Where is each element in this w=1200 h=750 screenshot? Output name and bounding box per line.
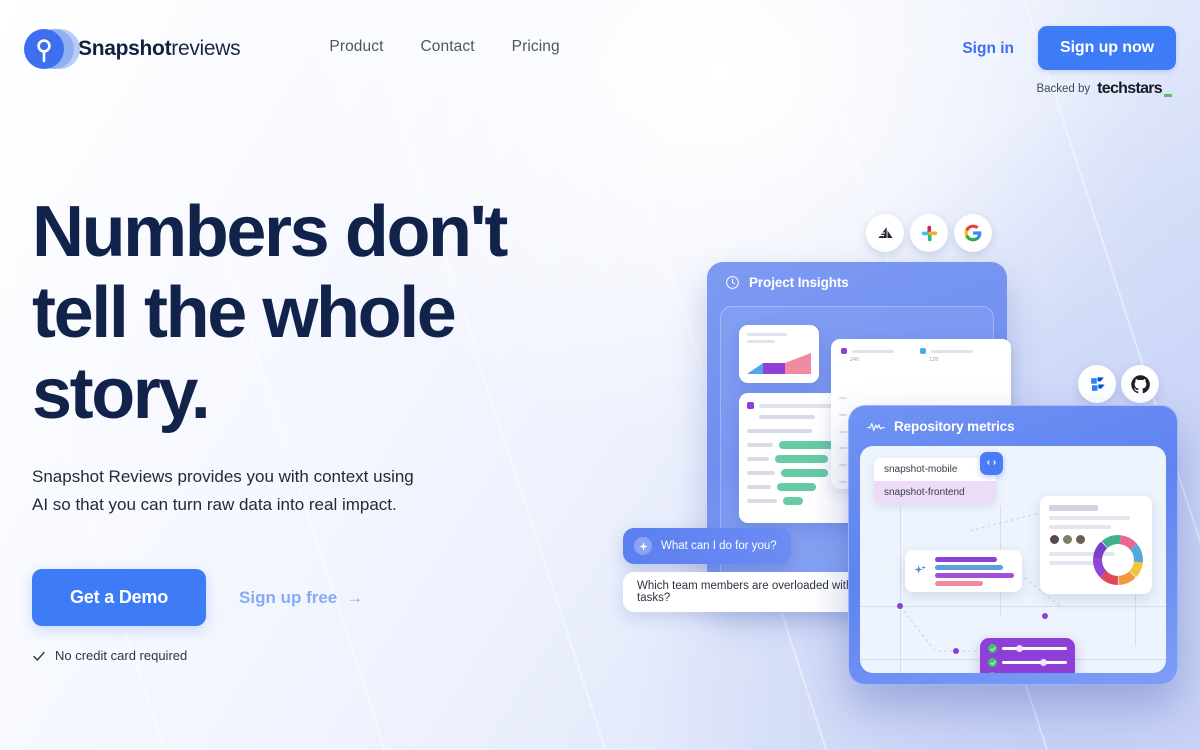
sparkle-icon xyxy=(914,565,926,574)
no-credit-card-note: No credit card required xyxy=(32,648,632,663)
avatar xyxy=(1049,534,1060,545)
brand-name-light: reviews xyxy=(171,37,241,60)
headline-line-3: story. xyxy=(32,354,211,434)
code-brackets-icon: ‹› xyxy=(980,452,1003,475)
donut-chart xyxy=(1093,535,1143,585)
bitbucket-icon xyxy=(1078,365,1116,403)
activity-pulse-icon xyxy=(867,422,885,431)
mini-area-chart-card xyxy=(739,325,819,383)
repository-list: snapshot-mobile snapshot-frontend xyxy=(874,458,996,504)
site-header: Snapshotreviews Product Contact Pricing … xyxy=(0,0,1200,98)
sparkle-bars-card xyxy=(905,550,1022,592)
project-insights-header: Project Insights xyxy=(707,262,1007,290)
team-distribution-card xyxy=(1040,496,1152,594)
google-icon xyxy=(954,214,992,252)
techstars-logo: techstars xyxy=(1097,80,1172,98)
assistant-message: What can I do for you? xyxy=(661,540,777,552)
assistant-chat-bubble: What can I do for you? xyxy=(623,528,791,564)
analytics-icon xyxy=(866,214,904,252)
slider-row[interactable] xyxy=(988,672,1067,673)
sparkle-icon xyxy=(634,537,652,555)
repo-list-item[interactable]: snapshot-frontend xyxy=(874,481,996,504)
hero-cta-row: Get a Demo Sign up free → xyxy=(32,569,632,626)
repository-metrics-body: snapshot-mobile snapshot-frontend ‹› xyxy=(860,446,1166,673)
no-credit-card-label: No credit card required xyxy=(55,648,188,663)
legend-value-240: 240 xyxy=(850,357,860,363)
brand-name: Snapshotreviews xyxy=(78,37,241,61)
sign-up-free-link[interactable]: Sign up free → xyxy=(239,588,363,608)
hero-subcopy: Snapshot Reviews provides you with conte… xyxy=(32,467,414,514)
backed-by-badge: Backed by techstars xyxy=(1036,80,1172,98)
clock-icon xyxy=(726,276,739,289)
check-icon xyxy=(988,672,997,673)
hero-illustration: Project Insights 240 128 What can I do f… xyxy=(595,190,1200,750)
project-insights-title: Project Insights xyxy=(749,275,849,290)
backed-by-label: Backed by xyxy=(1036,83,1091,95)
area-chart-icon xyxy=(747,353,811,374)
nav-item-product[interactable]: Product xyxy=(329,38,383,56)
header-right: Sign in Sign up now Backed by techstars xyxy=(962,26,1176,98)
brand-name-bold: Snapshot xyxy=(78,37,172,60)
brand-logo[interactable]: Snapshotreviews xyxy=(24,27,241,71)
sign-up-now-button[interactable]: Sign up now xyxy=(1038,26,1176,70)
hero-section: Numbers don't tell the whole story. Snap… xyxy=(32,192,632,663)
legend-entry-240: 240 xyxy=(841,348,894,363)
legend-entry-128: 128 xyxy=(920,348,973,363)
slider-row[interactable] xyxy=(988,658,1067,667)
sparkle-bars xyxy=(935,556,1014,586)
graph-node xyxy=(1042,613,1048,619)
arrow-right-icon: → xyxy=(346,587,364,607)
check-icon xyxy=(988,658,997,667)
header-actions: Sign in Sign up now xyxy=(962,26,1176,70)
headline-line-2: tell the whole xyxy=(32,273,457,353)
avatar xyxy=(1062,534,1073,545)
graph-node xyxy=(897,603,903,609)
bar-chart-legend: 240 128 xyxy=(841,348,1001,363)
github-icon xyxy=(1121,365,1159,403)
nav-item-pricing[interactable]: Pricing xyxy=(512,38,560,56)
slider-row[interactable] xyxy=(988,644,1067,653)
user-message: Which team members are overloaded with t… xyxy=(637,580,853,604)
graph-node xyxy=(953,648,959,654)
legend-value-128: 128 xyxy=(929,357,939,363)
check-icon xyxy=(988,644,997,653)
sign-in-link[interactable]: Sign in xyxy=(962,40,1014,58)
settings-sliders-card xyxy=(980,638,1075,673)
repository-metrics-header: Repository metrics xyxy=(849,406,1177,434)
repo-list-item[interactable]: snapshot-mobile xyxy=(874,458,996,481)
get-a-demo-button[interactable]: Get a Demo xyxy=(32,569,207,626)
slack-icon xyxy=(910,214,948,252)
bar-chart-y-axis xyxy=(839,397,847,483)
check-icon xyxy=(33,651,45,661)
avatar xyxy=(1075,534,1086,545)
snapshot-pin-logo-icon xyxy=(24,27,80,71)
page-title: Numbers don't tell the whole story. xyxy=(32,192,632,435)
repository-metrics-panel: Repository metrics snapshot-mobile snaps… xyxy=(848,405,1178,685)
main-navigation: Product Contact Pricing xyxy=(329,38,559,56)
nav-item-contact[interactable]: Contact xyxy=(421,38,475,56)
headline-line-1: Numbers don't xyxy=(32,192,508,272)
repository-metrics-title: Repository metrics xyxy=(894,419,1015,434)
sign-up-free-label: Sign up free xyxy=(239,587,338,607)
